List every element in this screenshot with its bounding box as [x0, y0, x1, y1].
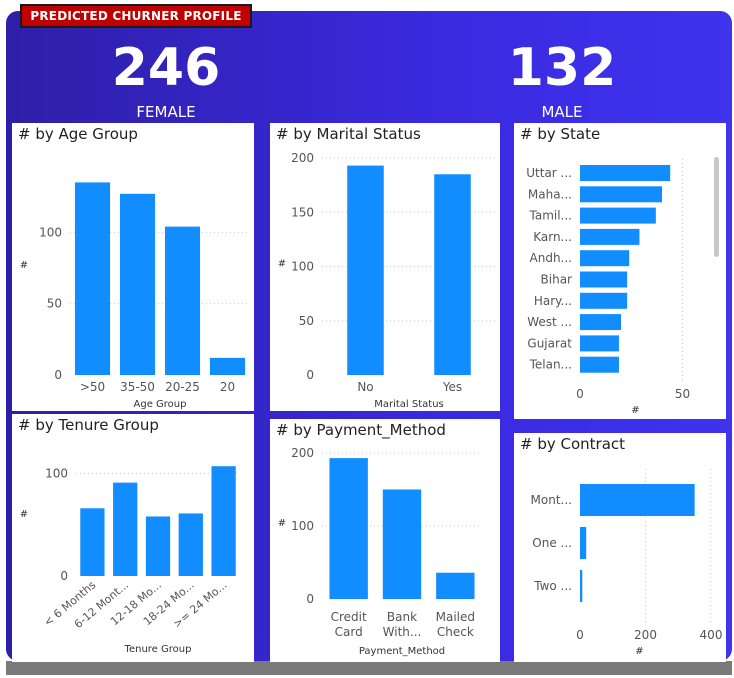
bar-1: [580, 186, 662, 203]
x-axis-title: Marital Status: [374, 399, 444, 410]
x-axis-title: #: [635, 646, 643, 657]
y-tick-label: 150: [291, 205, 314, 219]
state-chart: 0 50 Uttar ... Maha... Tamil... Karn... Andh..…: [526, 157, 719, 416]
marital-status-chart-card[interactable]: # by Marital Status 0 50 100 150 200 No Yes Mar…: [270, 123, 500, 411]
x-tick-label: 0: [576, 628, 584, 642]
y-tick-label: Karn...: [533, 230, 572, 244]
bar-8: [580, 335, 619, 352]
x-tick-label: 35-50: [120, 380, 155, 394]
y-tick-label: Uttar ...: [526, 166, 572, 180]
male-label: MALE: [541, 103, 583, 121]
bar-1: [113, 482, 138, 576]
y-tick-label: Telan...: [529, 358, 572, 372]
bar-0: [329, 458, 368, 599]
bar-4: [580, 250, 630, 267]
bar-3: [209, 357, 246, 375]
bar-0: [580, 484, 695, 516]
bar-0: [80, 508, 105, 576]
bar-3: [580, 228, 640, 245]
x-tick-label: With...: [383, 625, 422, 639]
y-axis-title: #: [278, 259, 286, 270]
y-axis-title: #: [20, 260, 28, 271]
x-tick-label: Yes: [442, 380, 462, 394]
profile-badge: PREDICTED CHURNER PROFILE: [20, 4, 252, 28]
tenure-group-chart-card[interactable]: # by Tenure Group 0 100 < 6 Months 6-12 Mon…: [12, 414, 254, 662]
y-tick-label: 0: [306, 368, 314, 382]
female-label: FEMALE: [136, 103, 196, 121]
x-tick-label: 20: [220, 380, 235, 394]
male-count: 132: [507, 38, 617, 98]
age-group-chart-card[interactable]: # by Age Group 0 50 100 >50 35-50 20-25 20 Age …: [12, 123, 254, 411]
bar-0: [347, 165, 384, 375]
bar-2: [164, 226, 201, 375]
x-tick-label: Bank: [387, 610, 417, 624]
bar-4: [211, 466, 236, 576]
contract-chart: 0 200 400 Mont... One ... Two ... #: [531, 469, 723, 657]
bar-6: [580, 292, 628, 309]
bar-1: [434, 174, 471, 375]
x-tick-label: >50: [80, 380, 105, 394]
y-tick-label: 100: [291, 519, 314, 533]
y-tick-label: 0: [306, 592, 314, 606]
x-tick-label: Card: [335, 625, 363, 639]
payment-method-chart-card[interactable]: # by Payment_Method 0 100 200 Credit Card Ban…: [270, 419, 500, 662]
scrollbar-thumb: [714, 157, 719, 257]
x-axis-title: Payment_Method: [359, 646, 445, 657]
y-tick-label: Two ...: [533, 579, 572, 593]
x-tick-label: 0: [576, 387, 584, 401]
x-tick-label: Credit: [331, 610, 367, 624]
x-tick-label: Check: [437, 625, 474, 639]
y-tick-label: 100: [45, 466, 68, 480]
y-tick-label: Mont...: [531, 493, 572, 507]
age-group-chart: 0 50 100 >50 35-50 20-25 20 Age Group #: [20, 182, 250, 410]
y-tick-label: Hary...: [534, 294, 572, 308]
bar-2: [436, 572, 475, 599]
y-tick-label: 50: [299, 314, 314, 328]
x-tick-label: 400: [700, 628, 723, 642]
bar-0: [74, 182, 111, 375]
x-axis-title: Age Group: [134, 399, 187, 410]
y-tick-label: Tamil...: [529, 209, 573, 223]
y-tick-label: 200: [291, 151, 314, 165]
y-tick-label: Maha...: [528, 187, 572, 201]
x-axis-title: Tenure Group: [124, 644, 192, 655]
bar-7: [580, 314, 621, 331]
contract-chart-card[interactable]: # by Contract 0 200 400 Mont... One ... Two .…: [514, 433, 726, 662]
y-tick-label: 100: [39, 225, 62, 239]
bar-1: [382, 489, 422, 599]
y-tick-label: 50: [47, 297, 62, 311]
bar-5: [580, 271, 628, 288]
y-tick-label: 0: [54, 368, 62, 382]
bar-0: [580, 165, 671, 181]
x-tick-label: 200: [634, 628, 657, 642]
y-axis-title: #: [278, 518, 286, 529]
y-axis-title: #: [20, 509, 28, 520]
x-axis-title: #: [631, 405, 639, 416]
x-tick-label: Mailed: [436, 610, 475, 624]
y-tick-label: Gujarat: [527, 336, 572, 350]
state-chart-card[interactable]: # by State 0 50 Uttar ... Maha... Tamil... Ka…: [514, 123, 726, 419]
bar-2: [580, 570, 583, 602]
female-count: 246: [111, 38, 221, 98]
bar-1: [580, 527, 587, 559]
y-tick-label: Bihar: [541, 273, 573, 287]
tenure-group-chart: 0100< 6 Months6-12 Mont...12-18 Mo...18-…: [20, 466, 240, 655]
bottom-scroll-strip: [6, 661, 732, 675]
x-tick-label: 20-25: [165, 380, 200, 394]
x-tick-label: No: [357, 380, 373, 394]
bar-2: [145, 516, 171, 576]
y-tick-label: One ...: [532, 536, 572, 550]
marital-status-chart: 0 50 100 150 200 No Yes Marital Status #: [278, 151, 496, 410]
bar-1: [119, 193, 156, 375]
y-tick-label: 200: [291, 446, 314, 460]
bar-2: [580, 207, 656, 224]
bar-3: [178, 513, 203, 576]
payment-method-chart: 0 100 200 CreditCard BankWith... MailedCheck P…: [278, 446, 482, 657]
y-tick-label: 0: [60, 569, 68, 583]
y-tick-label: West ...: [527, 315, 572, 329]
y-tick-label: Andh...: [530, 251, 572, 265]
y-tick-label: 100: [291, 260, 314, 274]
x-tick-label: 50: [675, 387, 690, 401]
bar-9: [580, 356, 619, 373]
